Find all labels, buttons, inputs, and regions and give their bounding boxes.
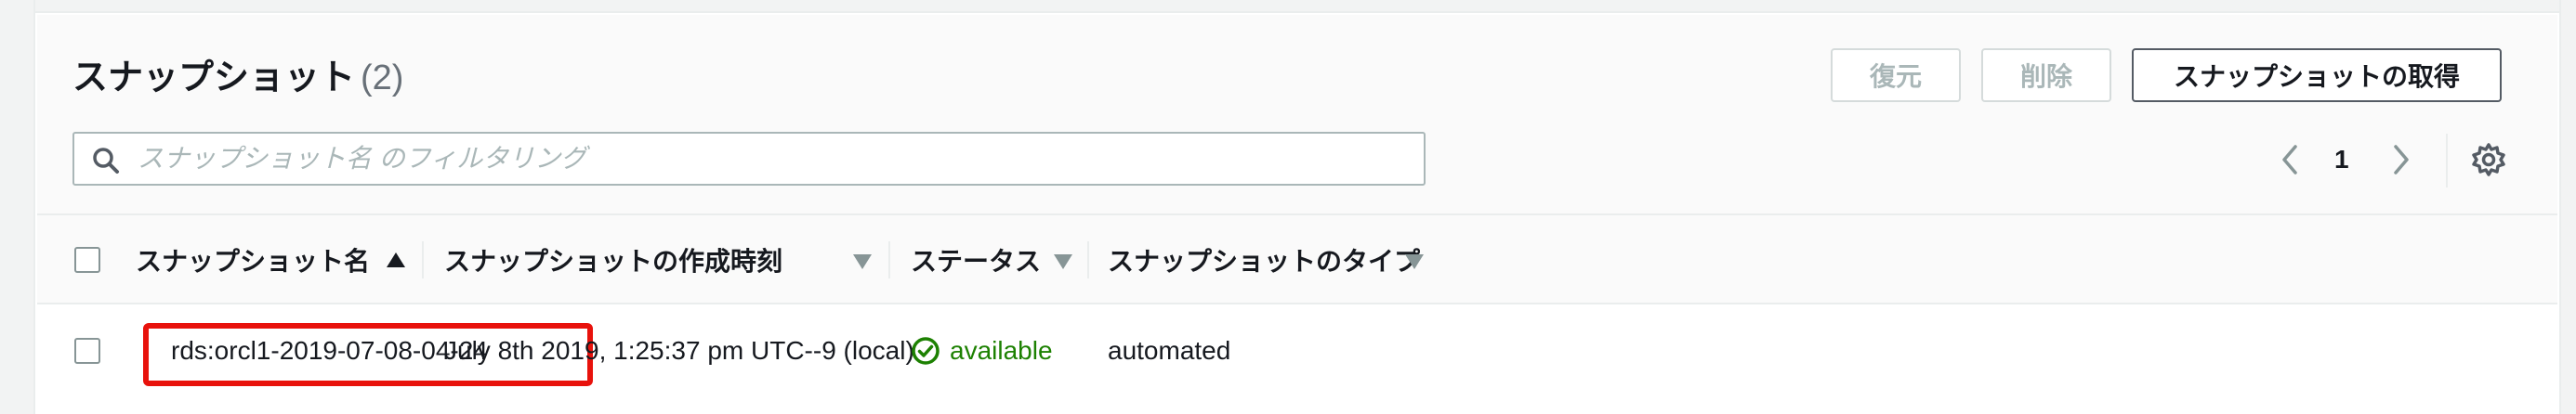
table-row[interactable]: rds:orcl1-2019-07-08-04-24 July 8th 2019… xyxy=(37,306,2557,414)
snapshot-status-cell: available xyxy=(911,306,1053,395)
sort-ascending-icon[interactable] xyxy=(387,252,405,267)
previous-page-button[interactable] xyxy=(2279,141,2301,178)
pager-divider xyxy=(2446,134,2448,188)
filter-search-box[interactable] xyxy=(72,132,1426,186)
page-title: スナップショット (2) xyxy=(72,48,403,99)
sort-down-icon[interactable] xyxy=(1054,254,1072,269)
column-header-name[interactable]: スナップショット名 xyxy=(136,215,370,304)
column-header-type[interactable]: スナップショットのタイプ xyxy=(1108,215,1420,304)
snapshots-panel: スナップショット(2) 復元 削除 スナップショットの取得 1 xyxy=(37,15,2557,414)
snapshot-count: (2) xyxy=(361,58,404,97)
panel-header: スナップショット(2) 復元 削除 スナップショットの取得 1 xyxy=(37,15,2557,215)
console-frame-left xyxy=(0,0,35,414)
chevron-right-icon xyxy=(2394,145,2409,175)
title-text: スナップショット xyxy=(72,58,356,97)
delete-button[interactable]: 削除 xyxy=(1981,48,2111,102)
current-page-number[interactable]: 1 xyxy=(2334,141,2349,178)
snapshot-type-cell: automated xyxy=(1108,336,1231,365)
gear-icon[interactable] xyxy=(2470,141,2507,178)
sort-down-icon[interactable] xyxy=(1405,254,1424,269)
column-divider[interactable] xyxy=(888,241,890,278)
filter-input[interactable] xyxy=(138,139,1411,178)
restore-button[interactable]: 復元 xyxy=(1831,48,1961,102)
snapshot-created-cell: July 8th 2019, 1:25:37 pm UTC--9 (local) xyxy=(444,336,914,365)
take-snapshot-button[interactable]: スナップショットの取得 xyxy=(2132,48,2502,102)
next-page-button[interactable] xyxy=(2390,141,2412,178)
status-text: available xyxy=(950,336,1053,365)
column-header-created[interactable]: スナップショットの作成時刻 xyxy=(444,215,782,304)
select-all-checkbox[interactable] xyxy=(74,247,100,273)
row-select-checkbox[interactable] xyxy=(74,338,100,364)
column-divider[interactable] xyxy=(422,241,424,278)
column-divider[interactable] xyxy=(1087,241,1089,278)
snapshot-name-cell[interactable]: rds:orcl1-2019-07-08-04-24 xyxy=(171,306,488,395)
table-header: スナップショット名 スナップショットの作成時刻 ステータス スナップショットのタ… xyxy=(37,215,2557,304)
sort-down-icon[interactable] xyxy=(853,254,872,269)
search-icon xyxy=(93,148,119,174)
check-circle-icon xyxy=(912,337,940,365)
console-frame-right xyxy=(2559,0,2576,414)
chevron-left-icon xyxy=(2282,145,2297,175)
console-frame-top xyxy=(0,0,2576,13)
column-header-status[interactable]: ステータス xyxy=(911,215,1041,304)
